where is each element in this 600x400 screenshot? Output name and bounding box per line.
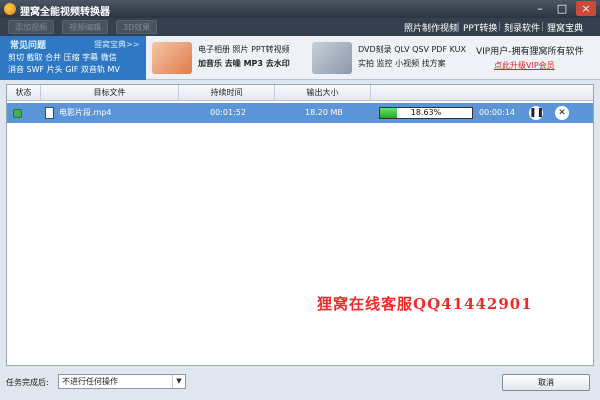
cancel-button[interactable]: 取消	[502, 374, 590, 391]
promo1-line1[interactable]: 电子相册 照片 PPT转视频	[198, 44, 290, 55]
promo-banner: 常见问题 狸窝宝典>> 剪切 截取 合并 压缩 字幕 微信 消音 SWF 片头 …	[0, 36, 600, 80]
edit-video-button[interactable]: 视频编辑	[62, 20, 108, 34]
vip-text: VIP用户-拥有狸窝所有软件	[476, 47, 584, 57]
col-duration[interactable]: 持续时间	[179, 85, 275, 101]
link-separator: |	[457, 22, 461, 32]
video-file-icon	[45, 107, 54, 119]
col-status[interactable]: 状态	[7, 85, 41, 101]
minimize-icon[interactable]: –	[530, 1, 550, 16]
elapsed-time: 00:00:14	[479, 108, 515, 117]
faq-links-line2[interactable]: 消音 SWF 片头 GIF 双音轨 MV	[8, 64, 120, 75]
progress-text: 18.63%	[410, 108, 442, 117]
maximize-icon[interactable]: □	[552, 1, 572, 16]
task-list[interactable]: 状态 目标文件 持续时间 输出大小 电影片段.mp4 00:01:52 18.2…	[6, 84, 594, 366]
support-watermark: 狸窝在线客服QQ41442901	[317, 295, 533, 313]
ppt-icon[interactable]	[152, 42, 192, 74]
status-icon	[13, 109, 22, 118]
col-output-size[interactable]: 输出大小	[275, 85, 371, 101]
progress-bar: 18.63%	[379, 107, 473, 119]
pause-icon[interactable]: ❚❚	[529, 106, 544, 120]
duration: 00:01:52	[210, 108, 246, 117]
liwo-guide-link[interactable]: 狸窝宝典	[547, 21, 583, 34]
link-separator: |	[541, 22, 545, 32]
after-complete-label: 任务完成后:	[6, 378, 49, 387]
vip-upgrade-link[interactable]: 点此升级VIP会员	[494, 60, 555, 71]
window-title: 狸窝全能视频转换器	[20, 7, 110, 18]
col-target-file[interactable]: 目标文件	[41, 85, 179, 101]
select-value: 不进行任何操作	[62, 377, 118, 386]
promo2-line2[interactable]: 实拍 监控 小视频 找方案	[358, 58, 446, 69]
toolbar: 添加视频 视频编辑 3D效果 照片制作视频 | PPT转换 | 刻录软件 | 狸…	[0, 18, 600, 36]
burn-software-link[interactable]: 刻录软件	[504, 21, 540, 34]
dvd-icon[interactable]	[312, 42, 352, 74]
after-complete-select[interactable]: 不进行任何操作 ▼	[58, 374, 186, 389]
photo-to-video-link[interactable]: 照片制作视频	[404, 21, 458, 34]
3d-effect-button[interactable]: 3D效果	[116, 20, 158, 34]
close-icon[interactable]: ×	[576, 1, 596, 16]
promo1-line2[interactable]: 加音乐 去噪 MP3 去水印	[198, 58, 290, 69]
faq-more-link[interactable]: 狸窝宝典>>	[94, 39, 139, 50]
faq-panel: 常见问题 狸窝宝典>> 剪切 截取 合并 压缩 字幕 微信 消音 SWF 片头 …	[0, 36, 146, 80]
title-bar: 狸窝全能视频转换器 – □ ×	[0, 0, 600, 18]
app-logo-icon	[4, 3, 16, 15]
link-separator: |	[498, 22, 502, 32]
table-row[interactable]: 电影片段.mp4 00:01:52 18.20 MB 18.63% 00:00:…	[7, 103, 593, 123]
file-name: 电影片段.mp4	[59, 108, 112, 117]
faq-title: 常见问题	[10, 41, 47, 51]
col-progress	[371, 85, 593, 101]
chevron-down-icon[interactable]: ▼	[172, 375, 185, 388]
ppt-convert-link[interactable]: PPT转换	[463, 21, 497, 34]
add-video-button[interactable]: 添加视频	[8, 20, 54, 34]
promo2-line1[interactable]: DVD刻录 QLV QSV PDF KUX	[358, 44, 466, 55]
table-header: 状态 目标文件 持续时间 输出大小	[7, 85, 593, 101]
remove-icon[interactable]: ✕	[555, 106, 569, 120]
output-size: 18.20 MB	[305, 108, 343, 117]
faq-links-line1[interactable]: 剪切 截取 合并 压缩 字幕 微信	[8, 52, 117, 63]
